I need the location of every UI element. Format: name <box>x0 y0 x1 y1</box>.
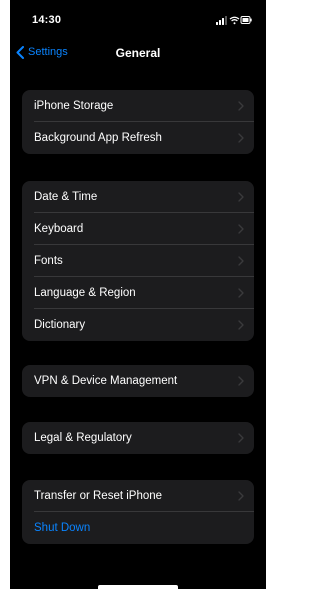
navigation-bar: Settings General <box>10 38 266 66</box>
phone-screen: 14:30 Settings General iPhone Storage Ba… <box>10 0 266 589</box>
shut-down-label: Shut Down <box>34 522 91 534</box>
chevron-right-icon <box>238 224 244 234</box>
chevron-right-icon <box>238 133 244 143</box>
battery-icon <box>240 16 252 24</box>
row-label: Background App Refresh <box>34 132 162 144</box>
home-indicator <box>98 585 178 589</box>
row-vpn-device-management[interactable]: VPN & Device Management <box>22 365 254 397</box>
row-legal-regulatory[interactable]: Legal & Regulatory <box>22 422 254 454</box>
chevron-right-icon <box>238 320 244 330</box>
status-icons <box>216 15 252 25</box>
row-keyboard[interactable]: Keyboard <box>22 213 254 245</box>
chevron-right-icon <box>238 491 244 501</box>
row-label: Legal & Regulatory <box>34 432 132 444</box>
row-transfer-reset[interactable]: Transfer or Reset iPhone <box>22 480 254 512</box>
row-date-time[interactable]: Date & Time <box>22 181 254 213</box>
chevron-right-icon <box>238 288 244 298</box>
chevron-right-icon <box>238 376 244 386</box>
row-label: Date & Time <box>34 191 98 203</box>
row-language-region[interactable]: Language & Region <box>22 277 254 309</box>
wifi-icon <box>229 16 240 25</box>
status-time: 14:30 <box>32 14 62 26</box>
shut-down-button[interactable]: Shut Down <box>22 512 254 544</box>
chevron-right-icon <box>238 101 244 111</box>
settings-group-storage: iPhone Storage Background App Refresh <box>22 90 254 154</box>
row-label: Fonts <box>34 255 63 267</box>
row-label: Language & Region <box>34 287 136 299</box>
settings-group-reset: Transfer or Reset iPhone Shut Down <box>22 480 254 544</box>
row-fonts[interactable]: Fonts <box>22 245 254 277</box>
settings-group-locale: Date & Time Keyboard Fonts Language & Re… <box>22 181 254 341</box>
cellular-signal-icon <box>216 16 227 25</box>
chevron-right-icon <box>238 433 244 443</box>
chevron-right-icon <box>238 192 244 202</box>
row-iphone-storage[interactable]: iPhone Storage <box>22 90 254 122</box>
chevron-right-icon <box>238 256 244 266</box>
settings-group-vpn: VPN & Device Management <box>22 365 254 397</box>
status-bar: 14:30 <box>10 0 266 36</box>
row-label: Keyboard <box>34 223 84 235</box>
row-label: Transfer or Reset iPhone <box>34 490 163 502</box>
page-title: General <box>115 46 161 60</box>
row-label: iPhone Storage <box>34 100 114 112</box>
row-dictionary[interactable]: Dictionary <box>22 309 254 341</box>
settings-group-legal: Legal & Regulatory <box>22 422 254 454</box>
row-label: VPN & Device Management <box>34 375 178 387</box>
row-background-app-refresh[interactable]: Background App Refresh <box>22 122 254 154</box>
row-label: Dictionary <box>34 319 86 331</box>
